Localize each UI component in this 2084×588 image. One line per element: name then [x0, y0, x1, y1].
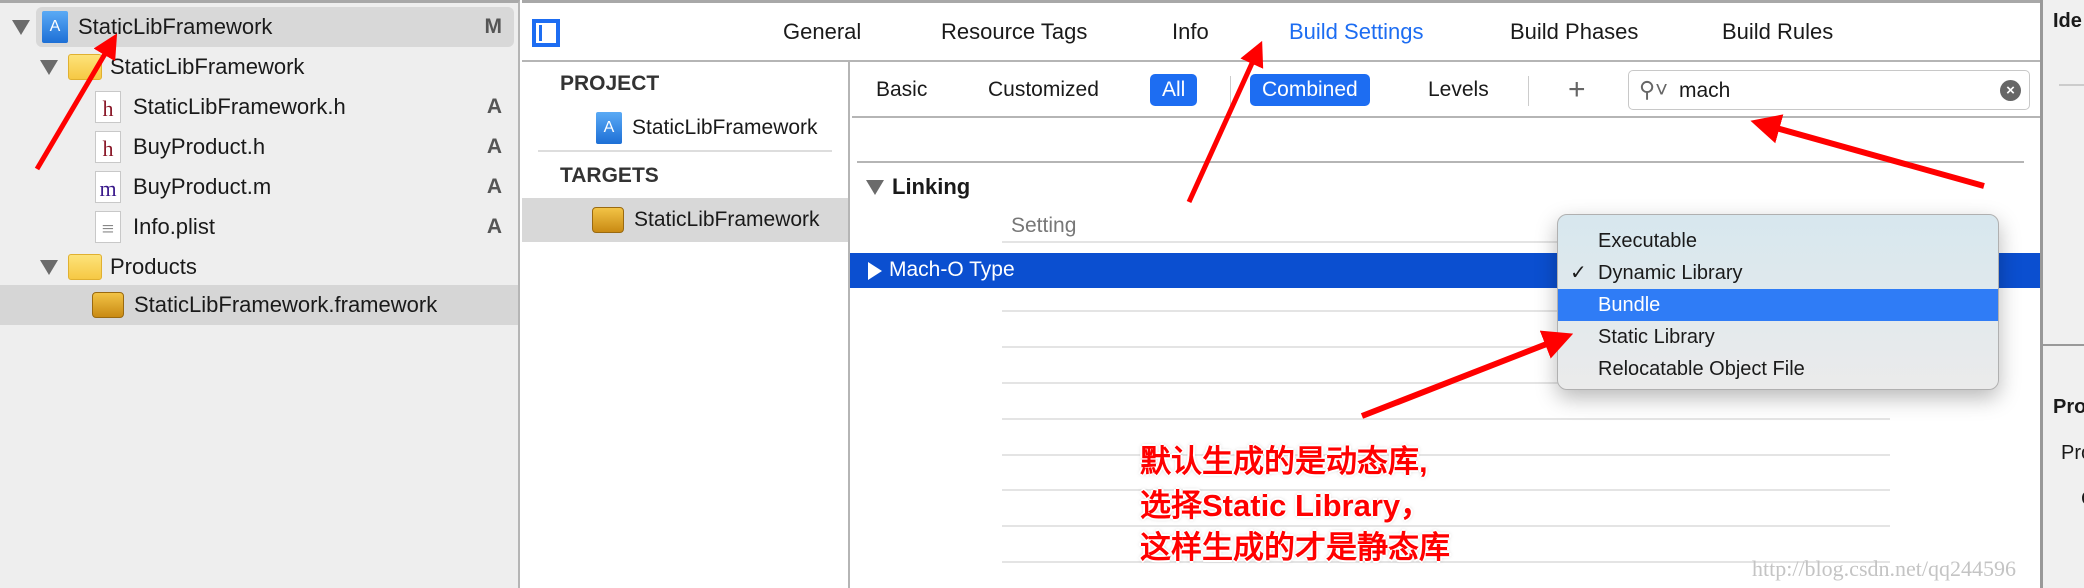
arrow-icon [1186, 40, 1264, 204]
arrow-icon [34, 33, 118, 171]
annotation-arrows [34, 33, 1985, 419]
arrow-icon [1360, 330, 1574, 419]
arrow-icon [1750, 114, 1985, 189]
